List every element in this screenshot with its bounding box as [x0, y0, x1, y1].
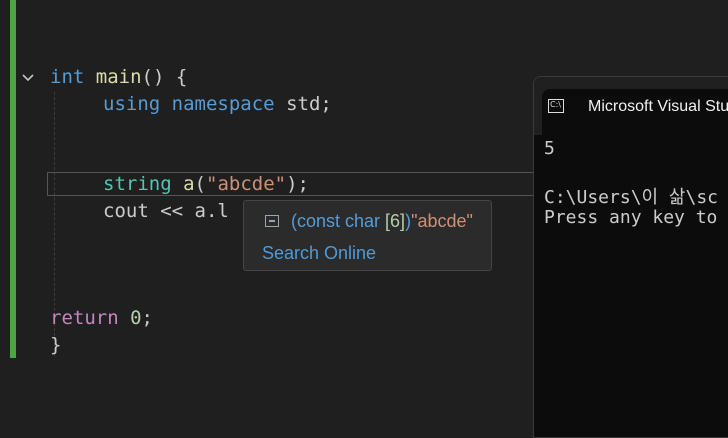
punctuation: ; [141, 307, 153, 329]
punctuation: ); [286, 173, 309, 195]
code-line-5: return 0; [50, 306, 153, 330]
debug-console-window[interactable]: C:\ Microsoft Visual Studio Debug Consol… [533, 76, 728, 438]
keyword-return: return [50, 307, 119, 329]
search-online-link[interactable]: Search Online [262, 243, 376, 264]
code-line-1: int main() { [50, 65, 187, 89]
console-output-line: C:\Users\이 삶\sc [544, 187, 718, 208]
code-line-2: using namespace std; [103, 92, 332, 116]
string-literal[interactable]: "abcde" [206, 173, 286, 195]
console-output-line: Press any key to [544, 207, 718, 228]
type-string: string [103, 173, 172, 195]
constant-icon [265, 215, 279, 227]
console-titlebar[interactable]: C:\ Microsoft Visual Studio Debug Consol… [534, 77, 728, 135]
quickinfo-tooltip: (const char [6])"abcde" Search Online [243, 200, 492, 271]
code-line-6: } [50, 333, 61, 357]
punctuation: ; [320, 93, 332, 115]
terminal-icon: C:\ [548, 99, 564, 113]
punctuation: () { [141, 66, 188, 88]
code-line-4: cout << a.l [103, 199, 229, 223]
variable-a: a [183, 173, 195, 195]
signature-size: [6] [385, 211, 406, 231]
namespace-std: std [286, 93, 321, 115]
console-title: Microsoft Visual Studio Debug Console [588, 98, 728, 115]
closing-brace: } [50, 334, 62, 356]
code-line-3: string a("abcde"); [103, 172, 309, 196]
terminal-icon-glyph: C:\ [550, 100, 561, 109]
number-literal: 0 [130, 307, 142, 329]
tooltip-signature: (const char [6])"abcde" [291, 211, 473, 232]
keyword-using: using [103, 93, 161, 115]
console-output-line: 5 [544, 138, 555, 159]
cout-statement: cout << a.l [103, 200, 229, 222]
keyword-int: int [50, 66, 85, 88]
signature-value: "abcde" [411, 211, 473, 231]
signature-type: (const char [291, 211, 386, 231]
punctuation: ( [194, 173, 206, 195]
keyword-namespace: namespace [171, 93, 275, 115]
function-main: main [95, 66, 142, 88]
